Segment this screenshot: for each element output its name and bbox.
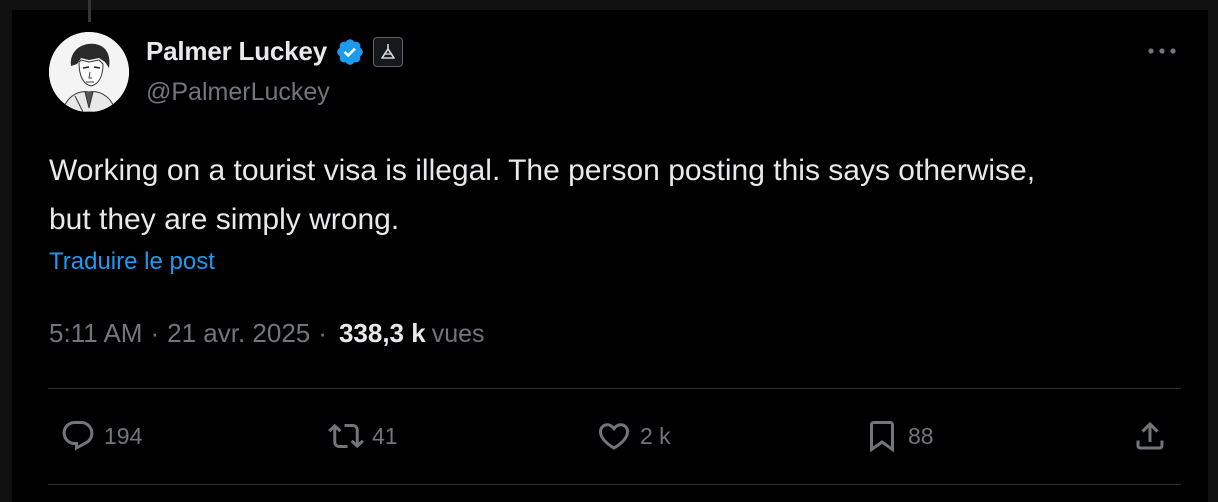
tweet-frame: Palmer Luckey @PalmerLuckey Working on a… <box>0 0 1218 502</box>
post-date[interactable]: 21 avr. 2025 <box>167 318 310 349</box>
reply-count: 194 <box>104 422 143 449</box>
translate-post-link[interactable]: Traduire le post <box>49 248 215 276</box>
post-time[interactable]: 5:11 AM <box>49 318 142 349</box>
author-name[interactable]: Palmer Luckey <box>146 36 327 67</box>
bookmark-button[interactable]: 88 <box>864 418 934 454</box>
author-name-row: Palmer Luckey <box>146 36 403 67</box>
share-button[interactable] <box>1132 418 1168 454</box>
views-count: 338,3 k <box>338 318 426 348</box>
like-button[interactable]: 2 k <box>596 418 671 454</box>
meta-separator: · <box>150 318 160 348</box>
share-icon <box>1136 421 1164 450</box>
verified-badge-icon[interactable] <box>335 37 365 67</box>
retweet-count: 41 <box>372 422 398 449</box>
retweet-button[interactable]: 41 <box>328 418 398 454</box>
top-edge <box>0 0 1218 10</box>
like-count: 2 k <box>640 422 671 449</box>
reply-icon <box>62 421 94 451</box>
bookmark-icon <box>870 421 894 453</box>
right-edge <box>1208 0 1218 502</box>
more-options-icon[interactable] <box>1146 38 1178 64</box>
author-handle[interactable]: @PalmerLuckey <box>146 78 330 107</box>
bottom-divider <box>48 484 1181 485</box>
post-text: Working on a tourist visa is illegal. Th… <box>49 154 1036 236</box>
reply-button[interactable]: 194 <box>60 418 142 454</box>
avatar-illustration-icon <box>49 32 129 112</box>
left-edge <box>0 0 12 502</box>
bookmark-count: 88 <box>908 422 934 449</box>
views-label: vues <box>431 320 485 348</box>
avatar[interactable] <box>49 32 129 112</box>
meta-separator: · <box>318 318 327 348</box>
divider <box>48 388 1181 389</box>
thread-connector-line <box>88 0 91 22</box>
retweet-icon <box>328 423 364 449</box>
heart-icon <box>598 423 630 450</box>
affiliation-badge-icon[interactable] <box>372 36 403 67</box>
post-metadata: 5:11 AM · 21 avr. 2025 · 338,3 k vues <box>49 318 485 349</box>
